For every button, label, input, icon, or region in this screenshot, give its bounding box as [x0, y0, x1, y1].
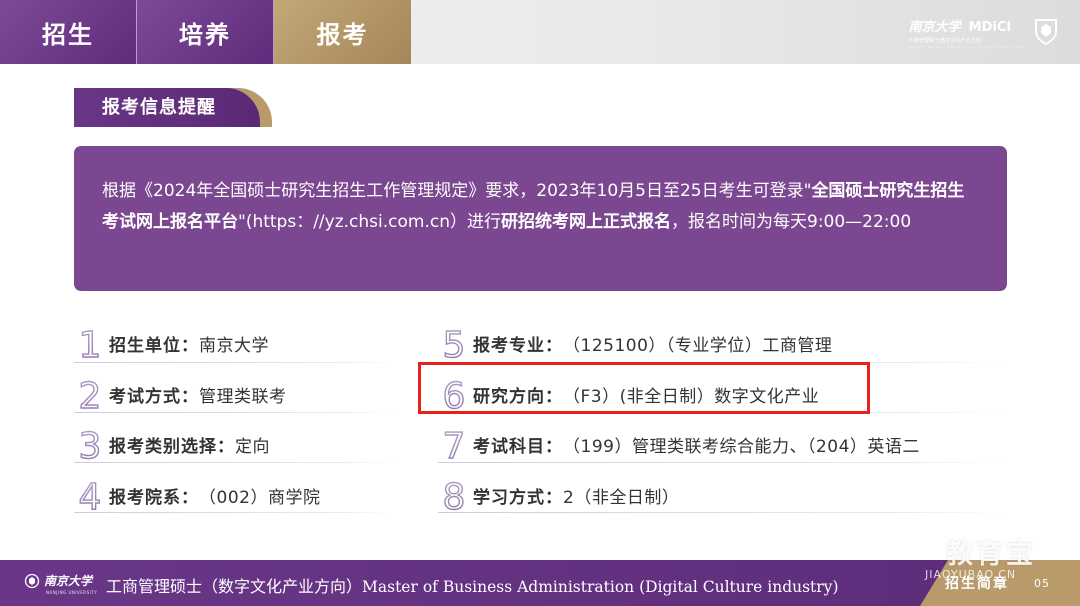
number-five-icon: 5	[442, 325, 466, 361]
info-item-category: 3 报考类别选择： 定向	[76, 424, 270, 464]
number-two-icon: 2	[78, 376, 102, 412]
section-title: 报考信息提醒	[102, 97, 216, 118]
svg-text:7: 7	[443, 426, 466, 462]
footer-title-cn: 工商管理硕士（数字文化产业方向）	[106, 577, 363, 596]
item-divider	[74, 462, 394, 463]
item-divider	[438, 512, 1004, 513]
item-value: 南京大学	[199, 335, 269, 356]
number-four-icon: 4	[78, 477, 102, 513]
university-emblem-icon	[24, 573, 40, 588]
number-three-icon: 3	[78, 426, 102, 462]
notice-box: 根据《2024年全国硕士研究生招生工作管理规定》要求，2023年10月5日至25…	[74, 146, 1007, 291]
university-shield-icon	[1035, 19, 1057, 46]
item-value: （199）管理类联考综合能力、（204）英语二	[563, 436, 920, 457]
info-item-exam-subjects: 7 考试科目： （199）管理类联考综合能力、（204）英语二	[440, 424, 920, 464]
item-label: 学习方式：	[473, 487, 563, 508]
item-value: 定向	[235, 436, 270, 457]
notice-text: ，报名时间为每天9:00—22:00	[671, 212, 912, 232]
svg-text:5: 5	[443, 325, 466, 361]
info-item-major: 5 报考专业： （125100）（专业学位）工商管理	[440, 323, 832, 363]
number-one-icon: 1	[78, 325, 102, 361]
svg-text:1: 1	[79, 325, 102, 361]
item-label: 报考院系：	[109, 487, 199, 508]
item-value: （002）商学院	[199, 487, 321, 508]
tab-training[interactable]: 培养	[137, 0, 273, 64]
notice-text: "(https：//yz.chsi.com.cn）进行	[238, 212, 501, 232]
tab-admissions[interactable]: 招生	[0, 0, 136, 64]
item-label: 招生单位：	[109, 335, 199, 356]
footer-logo-script: 南京大学	[44, 574, 93, 588]
page-number: 05	[1034, 577, 1050, 590]
brand-subtitle-en: Master of Business Administration (Digit…	[908, 44, 1028, 49]
item-label: 报考专业：	[473, 335, 563, 356]
brand-name: MDiCI	[968, 19, 1012, 35]
item-label: 报考类别选择：	[109, 436, 235, 457]
item-divider	[438, 462, 1004, 463]
item-divider	[74, 362, 394, 363]
svg-text:2: 2	[79, 376, 102, 412]
footer-logo: 南京大学	[24, 572, 92, 589]
info-item-exam-method: 2 考试方式： 管理类联考	[76, 374, 287, 414]
info-item-study-mode: 8 学习方式： 2（非全日制）	[440, 475, 679, 515]
number-seven-icon: 7	[442, 426, 466, 462]
item-value: （125100）（专业学位）工商管理	[563, 335, 833, 356]
item-value: 管理类联考	[199, 386, 287, 407]
watermark-subtitle: JIAOYUBAO.CN	[925, 568, 1017, 581]
tab-application[interactable]: 报考	[274, 0, 411, 64]
section-heading: 报考信息提醒	[74, 88, 272, 127]
footer-title: 工商管理硕士（数字文化产业方向）Master of Business Admin…	[106, 573, 839, 597]
watermark: 教育宝	[946, 539, 1036, 570]
svg-text:3: 3	[79, 426, 102, 462]
item-value: 2（非全日制）	[563, 487, 680, 508]
notice-text: 根据《2024年全国硕士研究生招生工作管理规定》要求，2023年10月5日至25…	[102, 181, 812, 201]
item-label: 考试方式：	[109, 386, 199, 407]
highlight-box	[418, 362, 870, 414]
brand-subtitle: 工商管理硕士(数字文化产业方向)	[908, 37, 983, 44]
info-item-institution: 1 招生单位： 南京大学	[76, 323, 269, 363]
brand-script: 南京大学	[908, 19, 961, 35]
number-eight-icon: 8	[442, 477, 466, 513]
svg-text:4: 4	[79, 477, 102, 513]
info-item-department: 4 报考院系： （002）商学院	[76, 475, 320, 515]
notice-bold-registration: 研招统考网上正式报名	[501, 212, 671, 232]
footer-title-en: Master of Business Administration (Digit…	[362, 578, 839, 596]
item-label: 考试科目：	[473, 436, 563, 457]
footer-logo-subtitle: NANJING UNIVERSITY	[46, 590, 98, 595]
brand-text: 南京大学 MDiCI 工商管理硕士(数字文化产业方向) Master of Bu…	[909, 16, 1028, 49]
svg-text:8: 8	[443, 477, 466, 513]
brand-logo: 南京大学 MDiCI 工商管理硕士(数字文化产业方向) Master of Bu…	[909, 12, 1058, 52]
item-divider	[74, 412, 394, 413]
item-divider	[74, 512, 394, 513]
